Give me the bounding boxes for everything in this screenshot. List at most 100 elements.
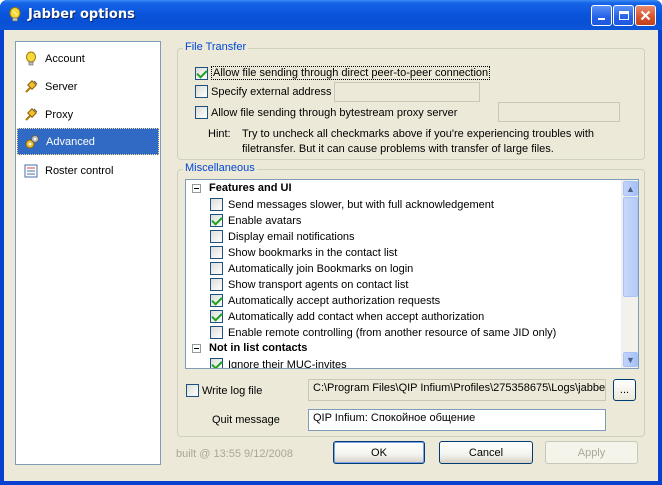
jabber-bulb-icon: [9, 7, 21, 22]
collapse-icon[interactable]: [192, 343, 201, 353]
sidebar-item-account[interactable]: Account: [17, 45, 159, 72]
collapse-icon[interactable]: [192, 183, 201, 193]
sidebar-item-label: Account: [45, 52, 85, 65]
enable-avatars-checkbox[interactable]: [210, 214, 223, 227]
apply-button[interactable]: Apply: [545, 441, 638, 464]
sidebar-item-roster-control[interactable]: Roster control: [17, 157, 159, 184]
log-path-input[interactable]: C:\Program Files\QIP Infium\Profiles\275…: [308, 379, 606, 401]
quit-message-label: Quit message: [212, 414, 280, 426]
tree-item-label: Automatically add contact when accept au…: [228, 310, 485, 323]
miscellaneous-group: Miscellaneous Features and UI Send messa…: [177, 162, 645, 437]
external-address-input[interactable]: [334, 82, 480, 102]
tree-item-show-transports[interactable]: Show transport agents on contact list: [210, 278, 408, 291]
ok-label: OK: [371, 446, 387, 459]
options-category-list: Account Server Proxy Advanced Roster con…: [15, 41, 161, 465]
tree-section-title: Features and UI: [209, 182, 292, 194]
send-slower-checkbox[interactable]: [210, 198, 223, 211]
hint-label: Hint:: [208, 128, 231, 140]
cancel-button[interactable]: Cancel: [439, 441, 533, 464]
browse-log-path-button[interactable]: ...: [613, 379, 636, 401]
sidebar-item-server[interactable]: Server: [17, 73, 159, 100]
bytestream-label: Allow file sending through bytestream pr…: [211, 106, 458, 119]
group-title: Miscellaneous: [183, 162, 257, 174]
tree-item-label: Automatically accept authorization reque…: [228, 294, 441, 307]
quit-message-input[interactable]: QIP Infium: Спокойное общение: [308, 409, 606, 431]
maximize-icon: [618, 11, 629, 20]
tree-item-label: Display email notifications: [228, 230, 355, 243]
tree-item-join-bookmarks[interactable]: Automatically join Bookmarks on login: [210, 262, 413, 275]
external-address-checkbox-row[interactable]: Specify external address: [195, 85, 331, 98]
ok-button[interactable]: OK: [333, 441, 425, 464]
tree-section-features[interactable]: Features and UI: [192, 182, 292, 194]
write-log-checkbox-row[interactable]: Write log file: [186, 384, 262, 397]
tree-item-label: Automatically join Bookmarks on login: [228, 262, 414, 275]
tree-item-add-contact[interactable]: Automatically add contact when accept au…: [210, 310, 484, 323]
p2p-checkbox[interactable]: [195, 66, 208, 80]
email-notifications-checkbox[interactable]: [210, 230, 223, 243]
write-log-checkbox[interactable]: [186, 384, 199, 397]
window-title: Jabber options: [28, 7, 135, 22]
title-bar[interactable]: Jabber options: [0, 0, 662, 30]
add-contact-checkbox[interactable]: [210, 310, 223, 323]
tree-item-label: Ignore their MUC-invites: [228, 358, 347, 369]
bytestream-checkbox[interactable]: [195, 106, 208, 119]
hint-text-1: Try to uncheck all checkmarks above if y…: [242, 128, 595, 140]
chevron-up-icon: ▲: [626, 183, 635, 194]
show-bookmarks-checkbox[interactable]: [210, 246, 223, 259]
tree-item-enable-avatars[interactable]: Enable avatars: [210, 214, 301, 227]
tree-item-show-bookmarks[interactable]: Show bookmarks in the contact list: [210, 246, 397, 259]
gears-icon: [25, 134, 39, 148]
ignore-muc-invites-checkbox[interactable]: [210, 358, 223, 368]
bulb-icon: [26, 51, 36, 65]
accept-authorization-checkbox[interactable]: [210, 294, 223, 307]
tree-item-label: Enable remote controlling (from another …: [228, 326, 557, 339]
tree-item-ignore-muc-invites[interactable]: Ignore their MUC-invites: [210, 358, 347, 369]
join-bookmarks-checkbox[interactable]: [210, 262, 223, 275]
external-address-checkbox[interactable]: [195, 85, 208, 98]
misc-options-tree[interactable]: Features and UI Send messages slower, bu…: [185, 179, 639, 369]
close-icon: [640, 10, 651, 21]
scroll-thumb[interactable]: [623, 197, 638, 297]
minimize-button[interactable]: [591, 5, 612, 26]
scroll-up-button[interactable]: ▲: [623, 181, 638, 196]
tree-item-label: Show bookmarks in the contact list: [228, 246, 398, 259]
bytestream-proxy-input[interactable]: [498, 102, 620, 122]
tree-section-title: Not in list contacts: [209, 342, 308, 354]
vertical-scrollbar[interactable]: ▲ ▼: [621, 180, 638, 368]
minimize-icon: [598, 18, 605, 20]
hint-text-2: filetransfer. But it can cause problems …: [242, 143, 554, 155]
tree-item-accept-authorization[interactable]: Automatically accept authorization reque…: [210, 294, 440, 307]
scroll-down-button[interactable]: ▼: [623, 352, 638, 367]
close-button[interactable]: [635, 5, 656, 26]
p2p-label: Allow file sending through direct peer-t…: [211, 66, 491, 80]
plug-icon: [25, 79, 38, 93]
bytestream-checkbox-row[interactable]: Allow file sending through bytestream pr…: [195, 106, 457, 119]
external-address-label: Specify external address: [211, 85, 332, 98]
jabber-options-window: Jabber options Account Server Proxy Adva…: [0, 0, 662, 485]
sidebar-item-advanced[interactable]: Advanced: [17, 128, 159, 155]
maximize-button[interactable]: [613, 5, 634, 26]
remote-control-checkbox[interactable]: [210, 326, 223, 339]
build-info: built @ 13:55 9/12/2008: [176, 448, 293, 460]
apply-label: Apply: [577, 446, 606, 459]
sidebar-item-label: Roster control: [45, 164, 114, 177]
tree-item-remote-control[interactable]: Enable remote controlling (from another …: [210, 326, 556, 339]
write-log-label: Write log file: [202, 384, 263, 397]
quit-message-row: Quit message: [212, 414, 280, 426]
tree-item-send-slower[interactable]: Send messages slower, but with full ackn…: [210, 198, 494, 211]
chevron-down-icon: ▼: [626, 354, 635, 365]
contact-list-icon: [24, 164, 38, 177]
sidebar-item-proxy[interactable]: Proxy: [17, 101, 159, 128]
tree-item-label: Show transport agents on contact list: [228, 278, 409, 291]
show-transports-checkbox[interactable]: [210, 278, 223, 291]
plug-icon: [25, 107, 38, 121]
tree-section-not-in-list[interactable]: Not in list contacts: [192, 342, 307, 354]
dialog-client-area: Account Server Proxy Advanced Roster con…: [4, 30, 658, 481]
p2p-checkbox-row[interactable]: Allow file sending through direct peer-t…: [195, 66, 491, 80]
tree-item-email-notifications[interactable]: Display email notifications: [210, 230, 355, 243]
browse-label: ...: [619, 384, 630, 396]
sidebar-item-label: Advanced: [46, 135, 95, 148]
sidebar-item-label: Server: [45, 80, 78, 93]
hint-line-2: filetransfer. But it can cause problems …: [242, 143, 554, 155]
file-transfer-group: File Transfer Allow file sending through…: [177, 41, 645, 160]
